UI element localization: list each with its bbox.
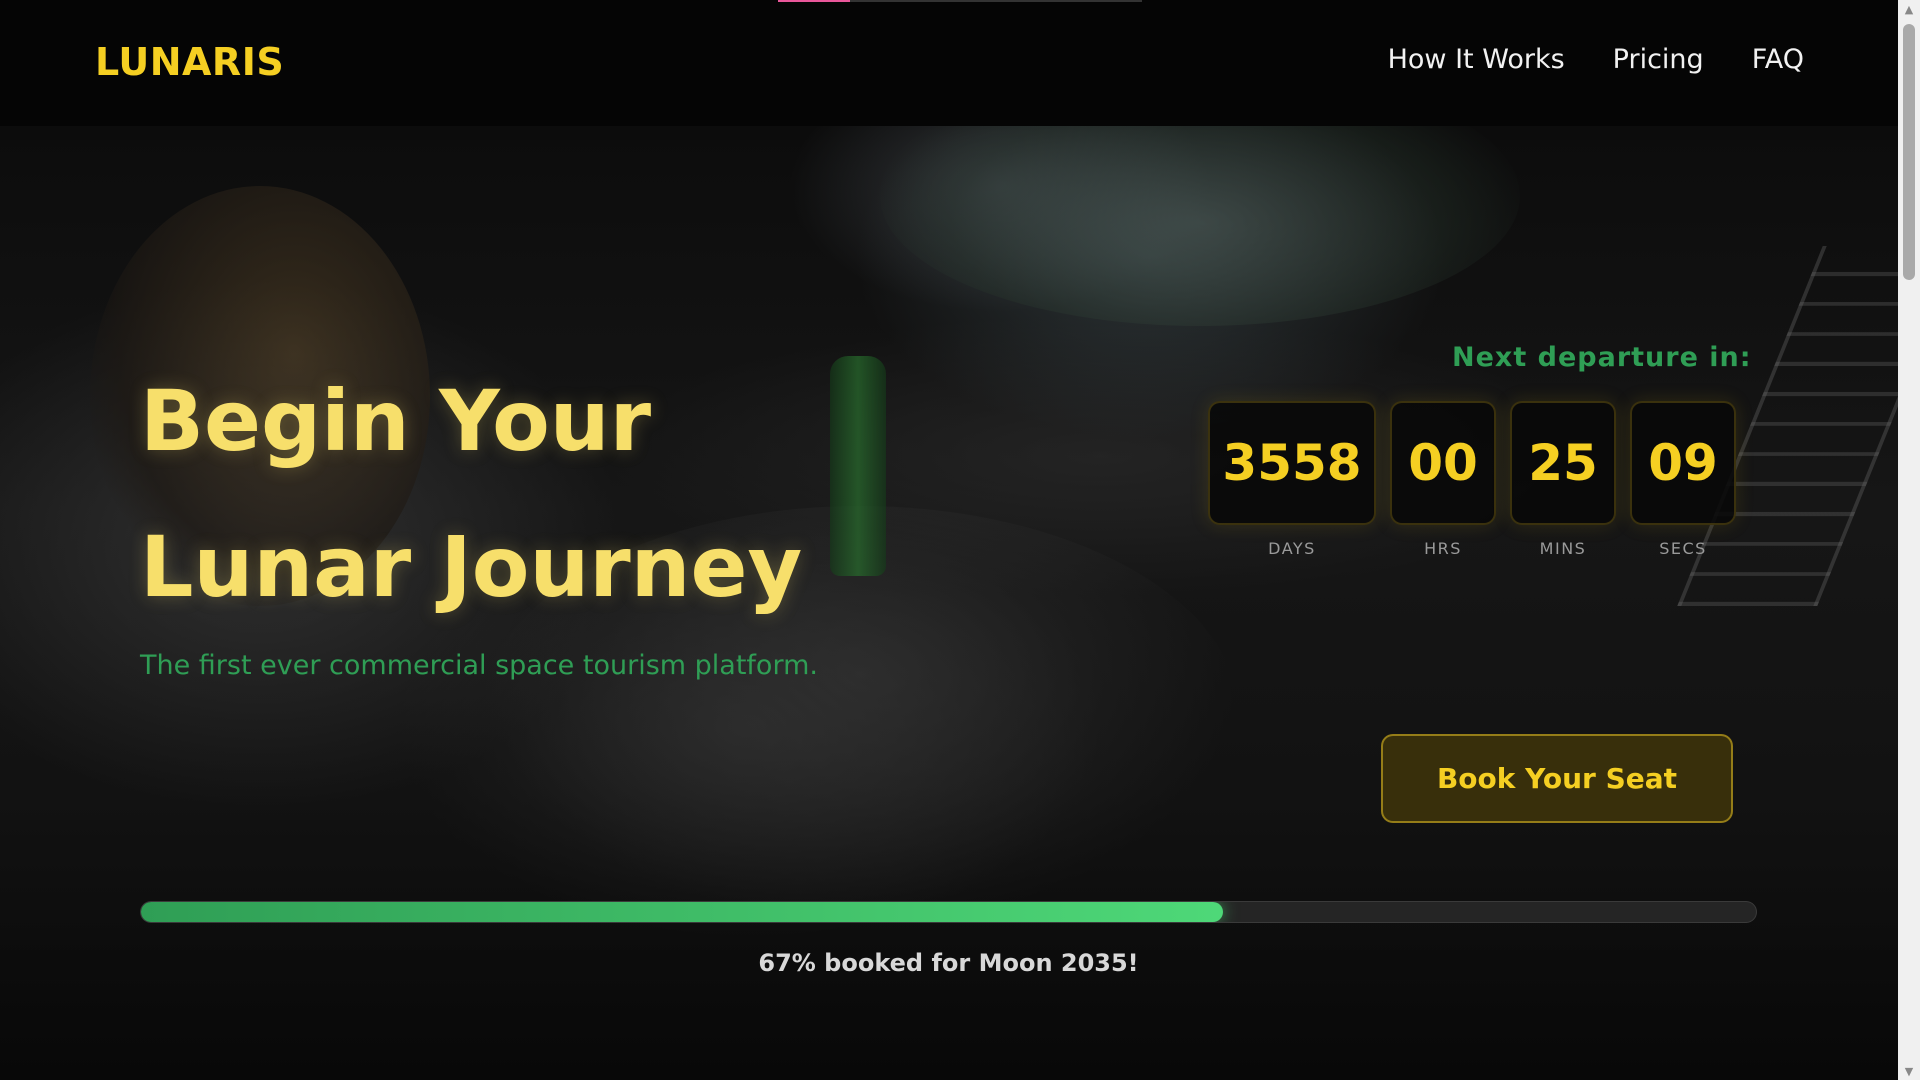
scrollbar-thumb[interactable]	[1903, 24, 1915, 280]
nav-link-how-it-works[interactable]: How It Works	[1388, 44, 1565, 75]
countdown-seconds-value: 09	[1630, 401, 1736, 525]
countdown-timer: 3558 DAYS 00 HRS 25 MINS 09 SECS	[1208, 401, 1736, 558]
nav-link-faq[interactable]: FAQ	[1752, 44, 1804, 75]
hero-title-line2: Lunar Journey	[140, 518, 803, 616]
hero-subtitle: The first ever commercial space tourism …	[140, 650, 818, 681]
countdown-days-label: DAYS	[1268, 539, 1316, 558]
booking-progress-text: 67% booked for Moon 2035!	[758, 949, 1139, 977]
countdown-days-value: 3558	[1208, 401, 1376, 525]
countdown-hours-label: HRS	[1424, 539, 1462, 558]
main-nav: How It Works Pricing FAQ	[1388, 44, 1804, 75]
nav-link-pricing[interactable]: Pricing	[1613, 44, 1704, 75]
bottle-background	[830, 356, 886, 576]
countdown-minutes-label: MINS	[1539, 539, 1587, 558]
page-scrollbar[interactable]: ▲ ▼	[1898, 0, 1920, 1080]
countdown-hours: 00 HRS	[1390, 401, 1496, 558]
countdown-seconds: 09 SECS	[1630, 401, 1736, 558]
brand-logo[interactable]: LUNARIS	[95, 40, 284, 84]
countdown-seconds-label: SECS	[1659, 539, 1707, 558]
hero-section: Begin Your Lunar Journey The first ever …	[0, 126, 1898, 1080]
countdown-label: Next departure in:	[1452, 342, 1752, 373]
booking-progress-bar	[140, 901, 1757, 923]
book-your-seat-button[interactable]: Book Your Seat	[1381, 734, 1733, 823]
countdown-minutes: 25 MINS	[1510, 401, 1616, 558]
hero-title: Begin Your Lunar Journey	[140, 348, 802, 640]
top-scroll-indicator	[778, 0, 1142, 2]
booking-progress-fill	[141, 902, 1224, 922]
site-header: LUNARIS How It Works Pricing FAQ	[0, 0, 1898, 126]
countdown-hours-value: 00	[1390, 401, 1496, 525]
countdown-minutes-value: 25	[1510, 401, 1616, 525]
chevron-up-icon[interactable]: ▲	[1898, 0, 1920, 18]
earth-background	[880, 126, 1520, 326]
chevron-down-icon[interactable]: ▼	[1898, 1062, 1920, 1080]
hero-title-line1: Begin Your	[140, 372, 652, 470]
countdown-days: 3558 DAYS	[1208, 401, 1376, 558]
top-scroll-indicator-fill	[778, 0, 850, 2]
